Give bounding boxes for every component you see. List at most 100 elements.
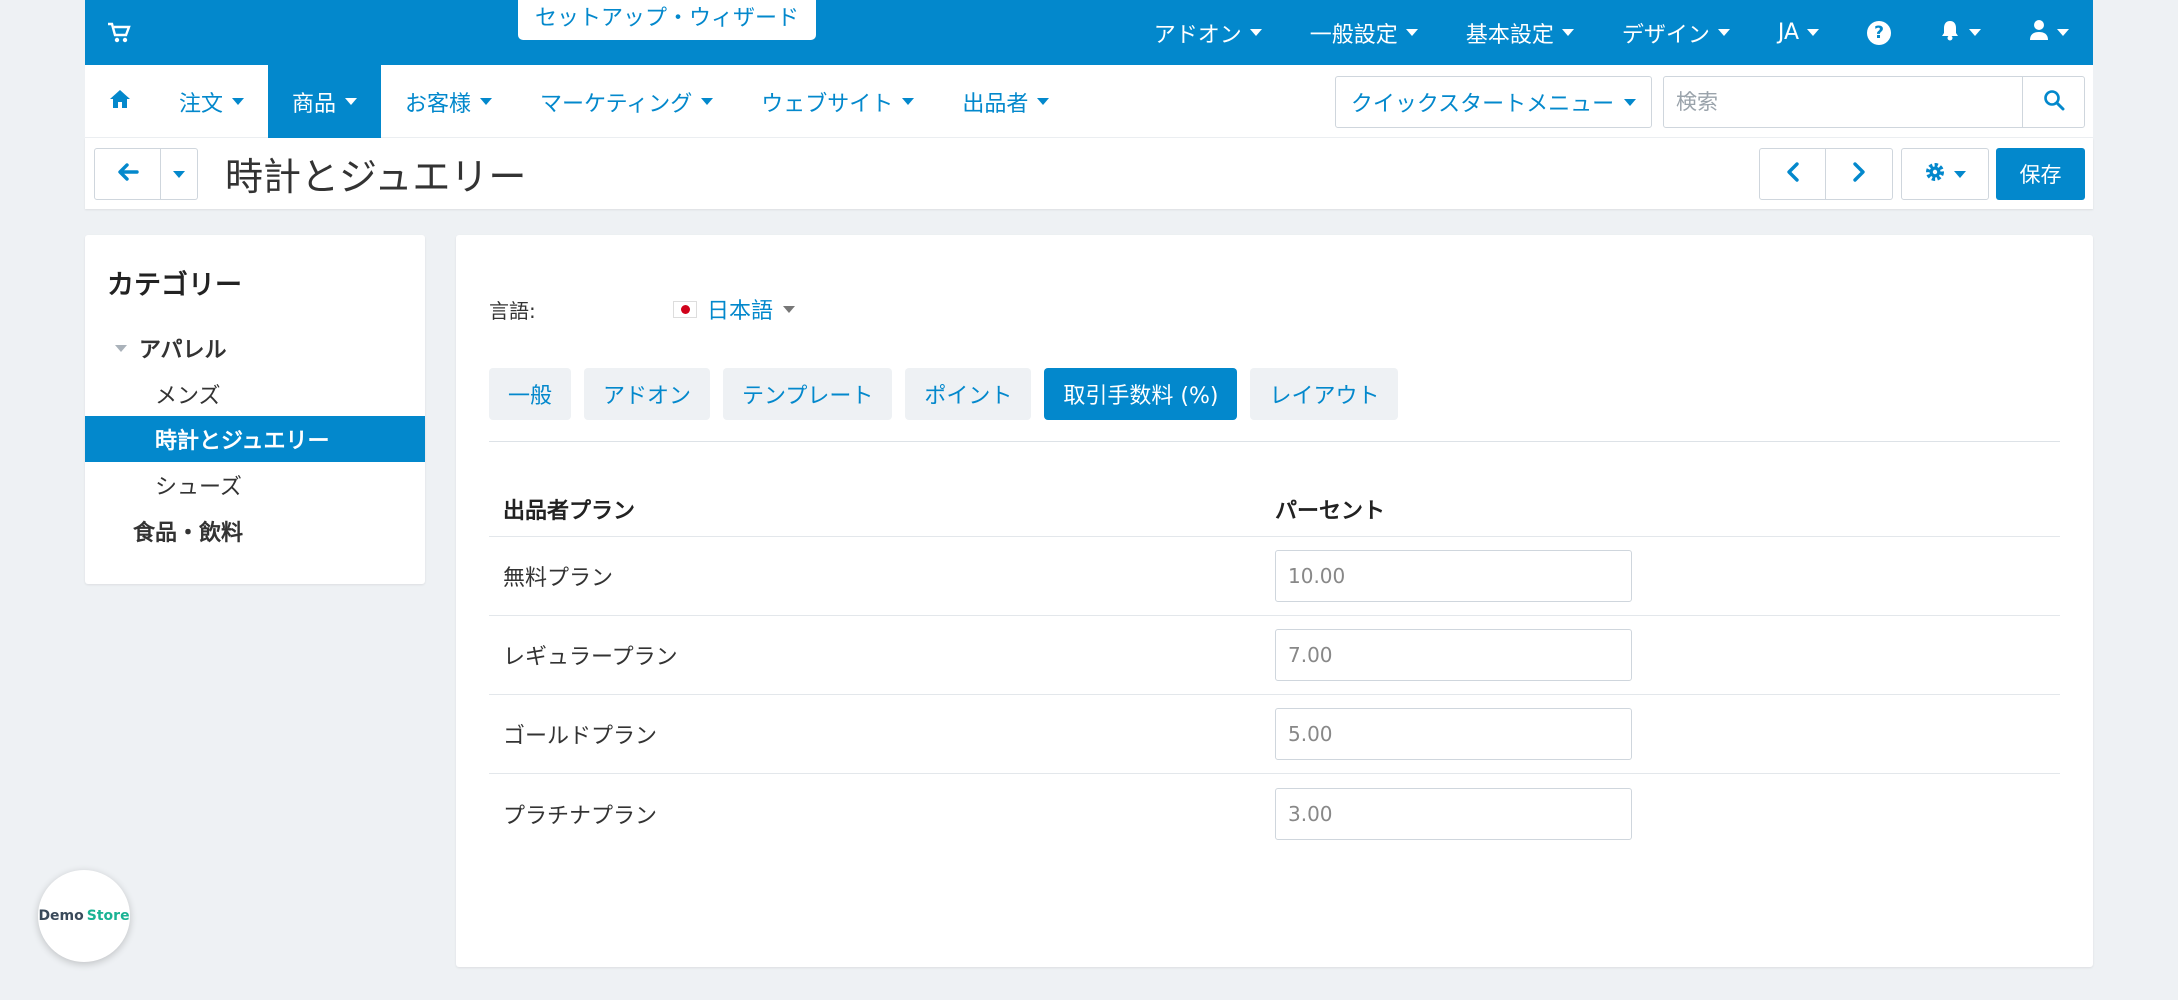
plan-name: ゴールドプラン (503, 724, 658, 749)
plan-name: 無料プラン (503, 566, 614, 591)
back-button-group (94, 148, 198, 200)
nav-products[interactable]: 商品 (268, 65, 382, 138)
cart-icon[interactable] (107, 22, 131, 44)
user-menu-button[interactable] (2005, 0, 2093, 65)
tab-points[interactable]: ポイント (905, 368, 1032, 420)
back-dropdown-button[interactable] (161, 148, 198, 200)
chevron-down-icon (2057, 29, 2069, 36)
home-icon (109, 89, 131, 115)
setup-wizard-button[interactable]: セットアップ・ウィザード (518, 0, 817, 40)
demo-store-badge[interactable]: Demo Store (38, 870, 130, 962)
sidebar-title: カテゴリー (107, 270, 242, 301)
chevron-down-icon (1807, 29, 1819, 36)
tab-general[interactable]: 一般 (489, 368, 572, 420)
help-icon: ? (1867, 20, 1891, 45)
top-menu-administration[interactable]: 基本設定 (1442, 0, 1598, 65)
arrow-left-icon (117, 162, 139, 186)
nav-home[interactable] (85, 65, 155, 138)
percent-input[interactable] (1275, 550, 1632, 602)
chevron-down-icon (480, 98, 493, 105)
settings-button[interactable] (1901, 148, 1989, 200)
plan-name: プラチナプラン (503, 803, 658, 829)
header-plan: 出品者プラン (503, 499, 636, 524)
previous-button[interactable] (1759, 148, 1826, 200)
chevron-down-icon (783, 305, 796, 313)
chevron-down-icon (1561, 29, 1574, 36)
bell-icon (1939, 19, 1961, 47)
tab-addons[interactable]: アドオン (584, 368, 711, 420)
prev-next-group (1759, 148, 1893, 200)
nav-customers[interactable]: お客様 (381, 65, 516, 138)
chevron-down-icon (1717, 29, 1730, 36)
title-bar: 時計とジュエリー 保存 (85, 138, 2093, 209)
table-row: プラチナプラン (489, 774, 2060, 853)
table-row: 無料プラン (489, 537, 2060, 616)
chevron-left-icon (1786, 161, 1800, 187)
nav-vendors[interactable]: 出品者 (938, 65, 1073, 138)
main-nav: 注文 商品 お客様 マーケティング ウェブサイト 出品者 クイックスタートメニュ… (85, 65, 2093, 138)
sidebar-item-shoes[interactable]: シューズ (85, 462, 425, 508)
tabs-divider (489, 441, 2060, 442)
nav-marketing[interactable]: マーケティング (516, 65, 737, 138)
tab-layout[interactable]: レイアウト (1250, 368, 1399, 420)
table-header: 出品者プラン パーセント (489, 482, 2060, 537)
header-percent: パーセント (1275, 499, 1386, 524)
search-icon (2043, 89, 2065, 115)
main-panel: 言語: 日本語 一般 アドオン テンプレート ポイント 取引手数料 (%) レイ… (456, 235, 2093, 967)
chevron-down-icon (1954, 170, 1966, 178)
chevron-down-icon (902, 98, 915, 105)
next-button[interactable] (1826, 148, 1893, 200)
plan-name: レギュラープラン (503, 645, 678, 670)
chevron-down-icon (1405, 29, 1418, 36)
top-menu-design[interactable]: デザイン (1598, 0, 1754, 65)
chevron-right-icon (1852, 161, 1866, 187)
top-menu-language[interactable]: JA (1754, 0, 1843, 65)
nav-website[interactable]: ウェブサイト (737, 65, 938, 138)
percent-input[interactable] (1275, 629, 1632, 681)
japan-flag-icon (673, 300, 697, 318)
chevron-down-icon (1249, 29, 1262, 36)
language-label: 言語: (489, 299, 536, 323)
tab-templates[interactable]: テンプレート (723, 368, 893, 420)
nav-orders[interactable]: 注文 (155, 65, 268, 138)
chevron-down-icon (1969, 29, 1981, 36)
badge-text-store: Store (86, 908, 130, 924)
page-title: 時計とジュエリー (225, 155, 527, 199)
badge-text-demo: Demo (38, 908, 84, 924)
percent-input[interactable] (1275, 787, 1632, 840)
top-menu: アドオン 一般設定 基本設定 デザイン JA ? (1130, 0, 2093, 65)
chevron-down-icon (1037, 98, 1050, 105)
chevron-down-icon (173, 170, 185, 178)
sidebar-item-watches-jewelry[interactable]: 時計とジュエリー (85, 416, 425, 462)
language-selector[interactable]: 日本語 (673, 293, 796, 325)
sidebar-item-food-drink[interactable]: 食品・飲料 (85, 508, 425, 554)
top-menu-addons[interactable]: アドオン (1130, 0, 1286, 65)
sidebar-item-mens[interactable]: メンズ (85, 371, 425, 417)
search-button[interactable] (2022, 77, 2084, 127)
collapse-triangle-icon[interactable] (115, 344, 127, 352)
table-row: ゴールドプラン (489, 695, 2060, 774)
sidebar-item-apparel[interactable]: アパレル (85, 325, 425, 371)
top-menu-settings[interactable]: 一般設定 (1286, 0, 1442, 65)
chevron-down-icon (345, 98, 358, 105)
user-icon (2029, 19, 2049, 47)
search-box (1663, 76, 2085, 128)
search-input[interactable] (1664, 77, 2022, 127)
gear-icon (1924, 161, 1946, 187)
chevron-down-icon (701, 98, 714, 105)
percent-input[interactable] (1275, 708, 1632, 760)
top-bar: セットアップ・ウィザード アドオン 一般設定 基本設定 デザイン JA ? (85, 0, 2093, 65)
help-button[interactable]: ? (1843, 0, 1915, 65)
table-row: レギュラープラン (489, 616, 2060, 695)
chevron-down-icon (232, 98, 245, 105)
chevron-down-icon (1624, 98, 1637, 106)
notifications-button[interactable] (1915, 0, 2005, 65)
save-button[interactable]: 保存 (1996, 148, 2085, 200)
tab-commission[interactable]: 取引手数料 (%) (1044, 368, 1238, 420)
quickstart-menu-button[interactable]: クイックスタートメニュー (1335, 76, 1652, 128)
admin-shell: セットアップ・ウィザード アドオン 一般設定 基本設定 デザイン JA ? 注文 (85, 0, 2093, 967)
tab-bar: 一般 アドオン テンプレート ポイント 取引手数料 (%) レイアウト (489, 368, 1399, 420)
commission-table: 出品者プラン パーセント 無料プラン レギュラープラン ゴールドプラン プラチナ… (489, 482, 2060, 853)
back-button[interactable] (94, 148, 161, 200)
category-sidebar: カテゴリー アパレル メンズ 時計とジュエリー シューズ 食品・飲料 (85, 235, 425, 584)
